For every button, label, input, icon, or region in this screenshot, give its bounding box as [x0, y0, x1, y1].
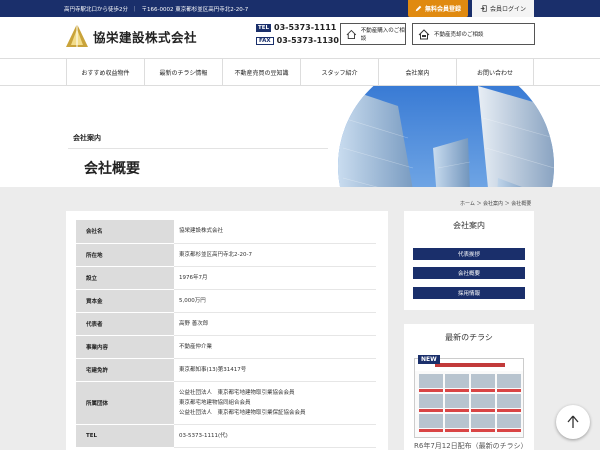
- company-logo[interactable]: [64, 23, 90, 49]
- row-label: 所在地: [76, 243, 174, 267]
- hero-buildings-image: [338, 86, 554, 187]
- free-register-button[interactable]: 無料会員登録: [408, 0, 468, 17]
- row-value: 東京都知事(13)第31417号: [174, 358, 376, 382]
- association-line: 公益社団法人 東京都宅地建物取引業保証協会会員: [179, 409, 306, 416]
- tel-number[interactable]: 03-5373-1111: [274, 23, 336, 32]
- access-text: 高円寺駅北口から徒歩2分: [64, 6, 129, 13]
- fax-badge: FAX: [256, 36, 274, 45]
- association-line: 東京都宅地建物協同組合会員: [179, 399, 251, 406]
- table-row: 所属団体 公益社団法人 東京都宅地建物取引業協会会員 東京都宅地建物協同組合会員…: [76, 381, 376, 425]
- row-value: 不動産仲介業: [174, 335, 376, 359]
- sidebar-about-card: 会社案内 代表挨拶 会社概要 採用情報: [404, 211, 534, 310]
- table-row: 宅建免許 東京都知事(13)第31417号: [76, 358, 376, 382]
- row-value: 高野 善次郎: [174, 312, 376, 336]
- main-nav: おすすめ収益物件 最新のチラシ情報 不動産売買の豆知識 スタッフ紹介 会社案内 …: [0, 58, 600, 86]
- house-icon: [346, 29, 357, 39]
- table-row: 資本金 5,000万円: [76, 289, 376, 313]
- hero-banner: 会社案内 会社概要: [0, 86, 600, 187]
- row-label: TEL: [76, 424, 174, 448]
- row-value: 03-5373-1111(代): [174, 424, 376, 448]
- sell-consult-button[interactable]: 不動産売却のご相談: [412, 23, 535, 45]
- fax-row: FAX 03-5373-1130: [256, 36, 339, 45]
- fax-number: 03-5373-1130: [276, 36, 339, 45]
- scroll-top-button[interactable]: [556, 405, 590, 439]
- login-label: 会員ログイン: [489, 6, 526, 13]
- row-label: 設立: [76, 266, 174, 290]
- row-label: 宅建免許: [76, 358, 174, 382]
- row-label: 事業内容: [76, 335, 174, 359]
- table-row: TEL 03-5373-1111(代): [76, 424, 376, 448]
- breadcrumb[interactable]: ホーム ＞ 会社案内 ＞ 会社概要: [460, 200, 531, 207]
- hero-divider: [68, 148, 328, 149]
- nav-item-tips[interactable]: 不動産売買の豆知識: [222, 59, 300, 85]
- table-row: 会社名 協栄建設株式会社: [76, 220, 376, 244]
- buy-consult-label: 不動産購入のご相談: [360, 28, 405, 42]
- table-row: 設立 1976年7月: [76, 266, 376, 290]
- table-row: 事業内容 不動産仲介業: [76, 335, 376, 359]
- arrow-up-icon: [567, 415, 579, 428]
- row-label: 資本金: [76, 289, 174, 313]
- house-sale-icon: [418, 28, 430, 39]
- separator: ｜: [132, 6, 138, 13]
- row-value: 東京都杉並区高円寺北2-20-7: [174, 243, 376, 267]
- company-info-table: 会社名 協栄建設株式会社 所在地 東京都杉並区高円寺北2-20-7 設立 197…: [76, 220, 376, 448]
- site-header: 協栄建設株式会社 TEL 03-5373-1111 FAX 03-5373-11…: [0, 17, 600, 58]
- tel-row: TEL 03-5373-1111: [256, 23, 336, 32]
- association-line: 公益社団法人 東京都宅地建物取引業協会会員: [179, 389, 295, 396]
- nav-item-flyers[interactable]: 最新のチラシ情報: [144, 59, 222, 85]
- flyer-image: [415, 359, 523, 432]
- company-name[interactable]: 協栄建設株式会社: [93, 27, 197, 46]
- sidebar-item-recruit[interactable]: 採用情報: [413, 287, 525, 299]
- table-row: 代表者 高野 善次郎: [76, 312, 376, 336]
- page-title: 会社概要: [84, 161, 140, 177]
- sidebar-flyer-title: 最新のチラシ: [445, 333, 493, 342]
- login-icon: [480, 5, 487, 12]
- row-value: 公益社団法人 東京都宅地建物取引業協会会員 東京都宅地建物協同組合会員 公益社団…: [174, 381, 376, 425]
- nav-item-company[interactable]: 会社案内: [378, 59, 456, 85]
- flyer-thumbnail[interactable]: [414, 358, 524, 438]
- row-label: 会社名: [76, 220, 174, 244]
- skyscrapers-illustration: [338, 86, 554, 187]
- hero-subtitle: 会社案内: [73, 134, 101, 142]
- row-value: 協栄建設株式会社: [174, 220, 376, 244]
- sidebar-about-title: 会社案内: [453, 221, 485, 230]
- nav-item-contact[interactable]: お問い合わせ: [456, 59, 534, 85]
- new-badge: NEW: [418, 355, 440, 364]
- row-value: 5,000万円: [174, 289, 376, 313]
- nav-item-properties[interactable]: おすすめ収益物件: [66, 59, 144, 85]
- sidebar-item-overview[interactable]: 会社概要: [413, 267, 525, 279]
- address-text: 〒166-0002 東京都杉並区高円寺北2-20-7: [141, 6, 249, 13]
- sell-consult-label: 不動産売却のご相談: [434, 32, 484, 38]
- row-label: 代表者: [76, 312, 174, 336]
- sidebar-item-greeting[interactable]: 代表挨拶: [413, 248, 525, 260]
- buy-consult-button[interactable]: 不動産購入のご相談: [340, 23, 406, 45]
- nav-item-staff[interactable]: スタッフ紹介: [300, 59, 378, 85]
- row-value: 1976年7月: [174, 266, 376, 290]
- tel-badge: TEL: [256, 23, 272, 32]
- member-login-button[interactable]: 会員ログイン: [472, 0, 534, 17]
- register-label: 無料会員登録: [424, 6, 461, 13]
- pencil-icon: [415, 5, 422, 12]
- row-label: 所属団体: [76, 381, 174, 425]
- table-row: 所在地 東京都杉並区高円寺北2-20-7: [76, 243, 376, 267]
- flyer-caption[interactable]: R6年7月12日配布（最新のチラシ）: [414, 441, 528, 450]
